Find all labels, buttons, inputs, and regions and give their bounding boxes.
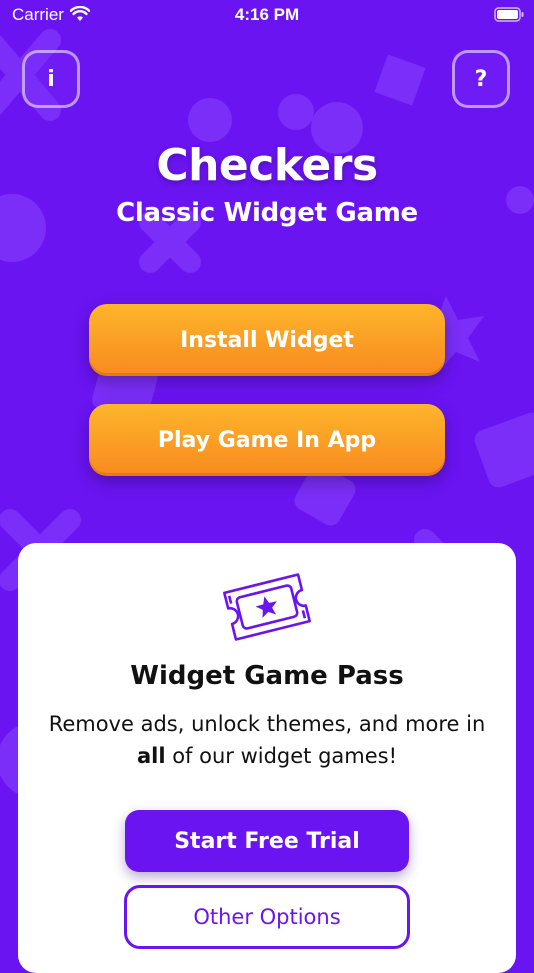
game-pass-description: Remove ads, unlock themes, and more in a… (38, 708, 496, 772)
help-icon: ? (474, 66, 488, 92)
other-options-button[interactable]: Other Options (124, 885, 410, 949)
battery-icon (494, 7, 524, 22)
game-pass-desc-line1: Remove ads, unlock themes, and more in (48, 712, 486, 736)
ticket-star-icon (223, 573, 311, 641)
status-bar: Carrier 4:16 PM (0, 0, 534, 32)
status-time: 4:16 PM (234, 5, 300, 24)
info-button[interactable]: i (22, 50, 80, 108)
game-pass-desc-rest: of our widget games! (165, 744, 398, 768)
game-pass-desc-bold: all (136, 744, 166, 768)
app-title: Checkers (156, 140, 378, 191)
game-pass-card: Widget Game Pass Remove ads, unlock them… (18, 543, 516, 973)
start-free-trial-button[interactable]: Start Free Trial (125, 810, 409, 872)
game-pass-title: Widget Game Pass (130, 661, 404, 691)
install-widget-button[interactable]: Install Widget (89, 304, 445, 376)
info-icon: i (47, 66, 55, 92)
play-game-button[interactable]: Play Game In App (89, 404, 445, 476)
help-button[interactable]: ? (452, 50, 510, 108)
app-subtitle: Classic Widget Game (116, 198, 418, 228)
